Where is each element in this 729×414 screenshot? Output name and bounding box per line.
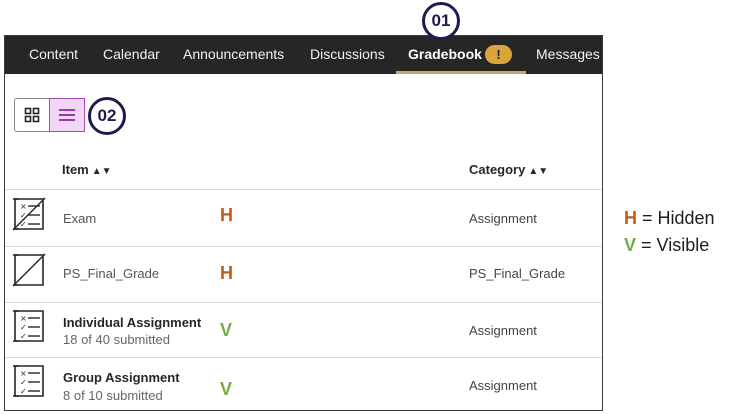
course-nav-bar: Content Calendar Announcements Discussio… — [5, 36, 602, 74]
visibility-mark: V — [220, 379, 233, 399]
item-category: Assignment — [469, 378, 537, 393]
svg-text:✓: ✓ — [20, 211, 27, 220]
legend-hidden-key: H — [624, 208, 637, 228]
hidden-calculated-grade-icon — [12, 253, 46, 287]
category-column-header[interactable]: Category ▲▼ — [469, 162, 548, 177]
sort-icon: ▲▼ — [528, 166, 549, 177]
callout-01: 01 — [422, 2, 460, 40]
item-name[interactable]: Group Assignment — [63, 370, 180, 385]
legend-visible: V = Visible — [624, 235, 709, 256]
divider — [5, 302, 602, 303]
svg-text:×: × — [20, 314, 27, 323]
item-name[interactable]: Individual Assignment — [63, 315, 201, 330]
svg-text:✓: ✓ — [20, 323, 27, 332]
category-header-label: Category — [469, 162, 526, 177]
nav-tab-calendar[interactable]: Calendar — [103, 36, 160, 74]
nav-tab-gradebook[interactable]: Gradebook — [408, 36, 482, 74]
divider — [5, 189, 602, 190]
svg-text:×: × — [20, 202, 27, 211]
grid-view-icon — [24, 107, 40, 123]
divider — [5, 357, 602, 358]
callout-02: 02 — [88, 97, 126, 135]
sort-icon: ▲▼ — [91, 166, 112, 177]
divider — [5, 246, 602, 247]
visibility-mark: H — [220, 263, 233, 283]
visibility-mark: V — [220, 320, 233, 340]
svg-text:✓: ✓ — [20, 378, 27, 387]
nav-tab-announcements[interactable]: Announcements — [183, 36, 284, 74]
submission-count: 18 of 40 submitted — [63, 332, 170, 347]
svg-text:✓: ✓ — [20, 387, 27, 396]
item-category: PS_Final_Grade — [469, 266, 566, 281]
item-column-header[interactable]: Item ▲▼ — [62, 162, 112, 177]
legend-visible-text: = Visible — [641, 235, 710, 255]
item-name[interactable]: PS_Final_Grade — [63, 266, 159, 281]
item-category: Assignment — [469, 323, 537, 338]
assessment-icon: × ✓ ✓ — [13, 310, 44, 342]
submission-count: 8 of 10 submitted — [63, 388, 163, 403]
legend-hidden: H = Hidden — [624, 208, 715, 229]
grid-view-button[interactable] — [15, 99, 49, 131]
item-category: Assignment — [469, 211, 537, 226]
item-header-label: Item — [62, 162, 89, 177]
svg-text:✓: ✓ — [20, 332, 27, 341]
svg-text:×: × — [20, 369, 27, 378]
hidden-assessment-icon: × ✓ ✓ — [12, 197, 46, 231]
nav-tab-content[interactable]: Content — [29, 36, 78, 74]
nav-tab-discussions[interactable]: Discussions — [310, 36, 385, 74]
gradebook-alert-badge: ! — [485, 45, 512, 64]
list-view-icon — [59, 109, 75, 121]
legend-hidden-text: = Hidden — [642, 208, 715, 228]
legend-visible-key: V — [624, 235, 637, 255]
nav-tab-messages[interactable]: Messages — [536, 36, 600, 74]
list-view-button[interactable] — [49, 98, 85, 132]
item-name[interactable]: Exam — [63, 211, 96, 226]
assessment-icon: × ✓ ✓ — [13, 365, 44, 397]
view-toggle — [14, 98, 85, 132]
gradebook-panel: Content Calendar Announcements Discussio… — [4, 35, 603, 411]
active-tab-indicator — [396, 71, 526, 74]
visibility-mark: H — [220, 205, 233, 225]
